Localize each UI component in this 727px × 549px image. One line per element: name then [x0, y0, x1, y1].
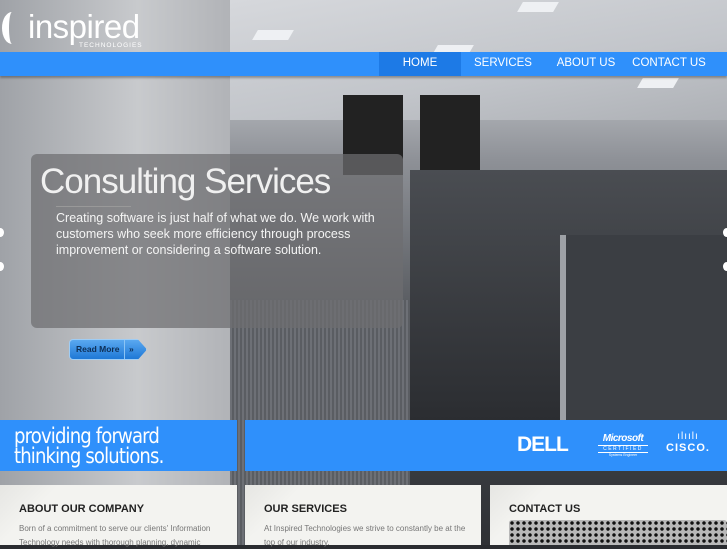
card-title: OUR SERVICES: [264, 503, 347, 515]
microsoft-certified-logo: Microsoft CERTIFIED Systems Engineer: [598, 433, 648, 457]
double-chevron-icon: »: [124, 340, 134, 359]
server-image: [509, 520, 727, 545]
logo-name: inspired: [28, 8, 140, 45]
hero-text: Creating software is just half of what w…: [56, 211, 375, 257]
tagline-line-1: providing forward: [14, 424, 160, 448]
hero-caption: Consulting Services Creating software is…: [31, 154, 403, 328]
card-title: CONTACT US: [509, 503, 581, 515]
nav-about-us[interactable]: ABOUT US: [548, 52, 624, 76]
slider-next-dot[interactable]: [723, 228, 727, 237]
tagline-band: providing forward thinking solutions.: [0, 420, 237, 471]
read-more-button[interactable]: Read More »: [69, 339, 147, 360]
logo-mark-icon: [2, 12, 22, 44]
dell-logo: DELL: [517, 433, 569, 456]
partners-band: DELL Microsoft CERTIFIED Systems Engineer …: [245, 420, 727, 471]
card-services: OUR SERVICES At Inspired Technologies we…: [245, 485, 481, 547]
main-nav: HOME SERVICES ABOUT US CONTACT US: [0, 52, 727, 76]
cisco-logo: ılıılı CISCO.: [666, 431, 710, 455]
card-about: ABOUT OUR COMPANY Born of a commitment t…: [0, 485, 237, 547]
nav-services[interactable]: SERVICES: [466, 52, 540, 76]
card-title: ABOUT OUR COMPANY: [19, 503, 145, 515]
tagline-line-2: thinking solutions.: [14, 444, 164, 468]
read-more-label: Read More: [76, 344, 120, 354]
slider-dot[interactable]: [723, 262, 727, 271]
hero-title: Consulting Services: [40, 162, 331, 201]
nav-home[interactable]: HOME: [379, 52, 461, 76]
divider: [56, 206, 131, 207]
card-contact: CONTACT US: [490, 485, 727, 545]
logo-subtitle: TECHNOLOGIES: [79, 42, 143, 49]
nav-contact-us[interactable]: CONTACT US: [628, 52, 710, 76]
